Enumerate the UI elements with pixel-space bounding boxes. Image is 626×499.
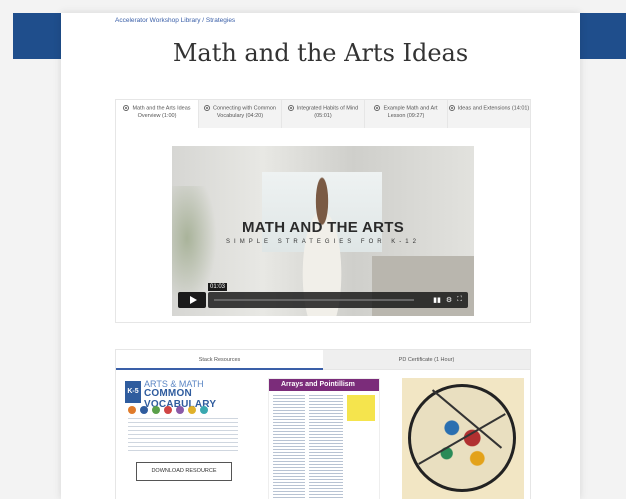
video-title: MATH AND THE ARTS [241, 219, 405, 236]
time-readout: 01:03 [208, 283, 228, 291]
circle-icon [200, 406, 208, 414]
radio-icon [448, 105, 455, 111]
circle-icon [188, 406, 196, 414]
chapter-label: Ideas and Extensions (14:01) [457, 105, 530, 112]
right-brand-bar [580, 13, 626, 59]
chapter-label: Example Math and Art Lesson (09:27) [383, 105, 438, 119]
video-frame[interactable]: MATH AND THE ARTS SIMPLE STRATEGIES FOR … [172, 146, 474, 316]
content-page: Accelerator Workshop Library / Strategie… [61, 13, 580, 499]
chapter-tab-lesson[interactable]: Example Math and Art Lesson (09:27) [364, 100, 447, 128]
radio-icon [204, 105, 210, 111]
chapter-tab-vocabulary[interactable]: Connecting with Common Vocabulary (04:20… [198, 100, 281, 128]
radio-icon [374, 105, 381, 111]
chapter-tab-extensions[interactable]: Ideas and Extensions (14:01) [447, 100, 530, 128]
chapter-label: Connecting with Common Vocabulary (04:20… [213, 105, 276, 119]
grade-badge: K-5 [125, 381, 141, 403]
tab-stack-resources[interactable]: Stack Resources [116, 350, 323, 370]
chapter-tab-overview[interactable]: Math and the Arts Ideas Overview (1:00) [116, 100, 198, 128]
vocabulary-table [128, 418, 238, 452]
circle-icon [128, 406, 136, 414]
download-resource-button[interactable]: DOWNLOAD RESOURCE [136, 462, 232, 481]
lesson-header: Arrays and Pointillism [269, 379, 379, 391]
video-subtitle: SIMPLE STRATEGIES FOR K-12 [226, 239, 420, 245]
fullscreen-icon[interactable]: ⛶ [457, 296, 462, 304]
circles-artwork-thumbnail[interactable] [402, 378, 524, 499]
breadcrumb[interactable]: Accelerator Workshop Library / Strategie… [115, 17, 235, 24]
lesson-highlight [347, 395, 375, 421]
volume-icon[interactable]: ▮▮ [433, 296, 441, 304]
resource-tabs: Stack Resources PD Certificate (1 Hour) [116, 350, 530, 370]
vocabulary-resource-thumbnail[interactable]: K-5 ARTS & MATH COMMON VOCABULARY [122, 378, 244, 454]
left-brand-bar [13, 13, 61, 59]
resources-card: Stack Resources PD Certificate (1 Hour) … [115, 349, 531, 499]
lesson-plan-thumbnail[interactable]: Arrays and Pointillism [268, 378, 380, 499]
chapter-tabs: Math and the Arts Ideas Overview (1:00) … [116, 100, 530, 128]
radio-icon [287, 105, 294, 111]
category-circles [128, 406, 208, 414]
circle-icon [152, 406, 160, 414]
player-icons: ▮▮ ⚙ ⛶ [433, 296, 462, 304]
progress-line[interactable] [214, 299, 414, 301]
chapter-label: Math and the Arts Ideas Overview (1:00) [132, 105, 191, 119]
play-button[interactable] [178, 292, 206, 308]
chapter-tab-habits[interactable]: Integrated Habits of Mind (05:01) [281, 100, 364, 128]
circle-icon [140, 406, 148, 414]
video-player-card: Math and the Arts Ideas Overview (1:00) … [115, 99, 531, 323]
tab-pd-certificate[interactable]: PD Certificate (1 Hour) [323, 350, 530, 370]
circle-icon [164, 406, 172, 414]
radio-icon [123, 105, 130, 111]
chapter-label: Integrated Habits of Mind (05:01) [296, 105, 359, 119]
lesson-column [273, 395, 305, 499]
video-controls: ▮▮ ⚙ ⛶ 01:03 [178, 283, 468, 308]
circle-icon [176, 406, 184, 414]
lesson-column [309, 395, 343, 499]
gear-icon[interactable]: ⚙ [446, 296, 452, 304]
page-title: Math and the Arts Ideas [172, 39, 469, 67]
progress-track[interactable]: ▮▮ ⚙ ⛶ [208, 292, 468, 308]
